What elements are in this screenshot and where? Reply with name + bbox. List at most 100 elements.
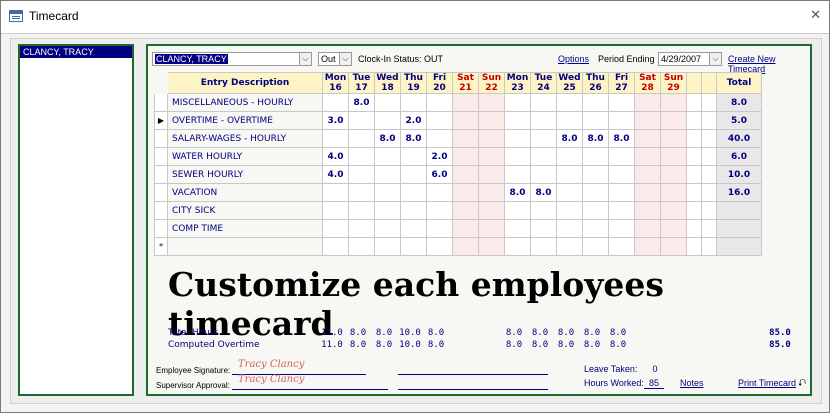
hours-cell[interactable] [348,201,375,220]
entry-description-cell[interactable]: COMP TIME [167,219,323,238]
hours-cell[interactable] [478,237,505,256]
hours-cell[interactable] [426,201,453,220]
hours-cell[interactable] [582,147,609,166]
hours-cell[interactable] [348,147,375,166]
hours-cell[interactable] [452,183,479,202]
hours-cell[interactable] [426,237,453,256]
hours-cell[interactable] [660,183,687,202]
hours-cell[interactable] [530,147,557,166]
hours-cell[interactable] [374,165,401,184]
hours-cell[interactable] [556,219,583,238]
employee-combo[interactable]: CLANCY, TRACY [152,52,300,66]
create-new-timecard-link[interactable]: Create New Timecard [728,54,810,74]
table-row[interactable]: COMP TIME [154,219,762,238]
period-ending-combo[interactable]: 4/29/2007 [658,52,710,66]
hours-cell[interactable] [608,219,635,238]
table-row[interactable]: WATER HOURLY 4.0 2.0 6.0 [154,147,762,166]
hours-cell[interactable] [400,237,427,256]
hours-cell[interactable] [478,201,505,220]
hours-cell[interactable] [660,147,687,166]
hours-cell[interactable] [400,93,427,112]
hours-cell[interactable] [582,93,609,112]
hours-cell[interactable] [556,201,583,220]
hours-cell[interactable] [660,129,687,148]
hours-cell[interactable] [582,165,609,184]
hours-cell[interactable] [608,201,635,220]
hours-cell[interactable] [374,183,401,202]
hours-cell[interactable]: 4.0 [322,147,349,166]
status-combo[interactable]: Out [318,52,340,66]
row-selector[interactable] [154,93,168,112]
hours-cell[interactable] [374,219,401,238]
hours-cell[interactable] [634,165,661,184]
hours-cell[interactable] [556,147,583,166]
hours-cell[interactable] [582,237,609,256]
hours-cell[interactable] [608,111,635,130]
hours-cell[interactable] [634,111,661,130]
hours-cell[interactable] [322,93,349,112]
hours-cell[interactable] [348,165,375,184]
hours-cell[interactable] [348,183,375,202]
employee-dropdown-icon[interactable]: ⌵ [299,52,312,66]
hours-cell[interactable] [634,237,661,256]
print-icon[interactable]: ⮏ [798,376,806,393]
hours-cell[interactable] [530,201,557,220]
hours-cell[interactable] [660,111,687,130]
hours-cell[interactable] [504,219,531,238]
hours-cell[interactable] [322,129,349,148]
notes-link[interactable]: Notes [680,378,704,388]
hours-cell[interactable] [478,147,505,166]
hours-cell[interactable] [504,165,531,184]
hours-cell[interactable] [374,201,401,220]
hours-cell[interactable]: 2.0 [426,147,453,166]
hours-cell[interactable] [322,237,349,256]
hours-cell[interactable] [478,111,505,130]
hours-cell[interactable] [426,183,453,202]
row-selector[interactable] [154,147,168,166]
hours-cell[interactable] [608,147,635,166]
hours-cell[interactable] [348,237,375,256]
hours-cell[interactable] [504,201,531,220]
options-link[interactable]: Options [558,54,589,64]
print-timecard-link[interactable]: Print Timecard [738,378,796,388]
hours-cell[interactable] [556,111,583,130]
hours-cell[interactable]: 3.0 [322,111,349,130]
hours-cell[interactable] [478,165,505,184]
hours-cell[interactable] [400,147,427,166]
hours-cell[interactable] [452,111,479,130]
row-selector[interactable] [154,165,168,184]
hours-cell[interactable] [374,237,401,256]
employee-list[interactable]: CLANCY, TRACY [18,44,134,396]
entry-description-cell[interactable]: OVERTIME - OVERTIME [167,111,323,130]
table-row[interactable]: SEWER HOURLY 4.0 6.0 10.0 [154,165,762,184]
hours-cell[interactable] [426,129,453,148]
hours-cell[interactable] [504,129,531,148]
row-selector[interactable] [154,201,168,220]
hours-cell[interactable] [374,93,401,112]
hours-cell[interactable] [504,147,531,166]
hours-cell[interactable] [530,93,557,112]
row-selector[interactable] [154,183,168,202]
hours-cell[interactable] [634,183,661,202]
hours-cell[interactable] [556,93,583,112]
hours-cell[interactable] [322,219,349,238]
hours-cell[interactable] [608,237,635,256]
hours-cell[interactable] [530,237,557,256]
hours-cell[interactable]: 4.0 [322,165,349,184]
period-dropdown-icon[interactable]: ⌵ [709,52,722,66]
hours-cell[interactable] [400,219,427,238]
hours-cell[interactable] [660,219,687,238]
hours-cell[interactable] [582,111,609,130]
hours-cell[interactable] [556,237,583,256]
hours-cell[interactable] [582,219,609,238]
entry-description-cell[interactable]: CITY SICK [167,201,323,220]
hours-cell[interactable] [322,183,349,202]
hours-cell[interactable] [478,129,505,148]
entry-description-cell[interactable]: VACATION [167,183,323,202]
hours-cell[interactable] [452,165,479,184]
row-selector[interactable]: ▶ [154,111,168,130]
hours-cell[interactable] [426,219,453,238]
hours-cell[interactable] [530,111,557,130]
hours-cell[interactable] [660,237,687,256]
hours-cell[interactable] [660,165,687,184]
